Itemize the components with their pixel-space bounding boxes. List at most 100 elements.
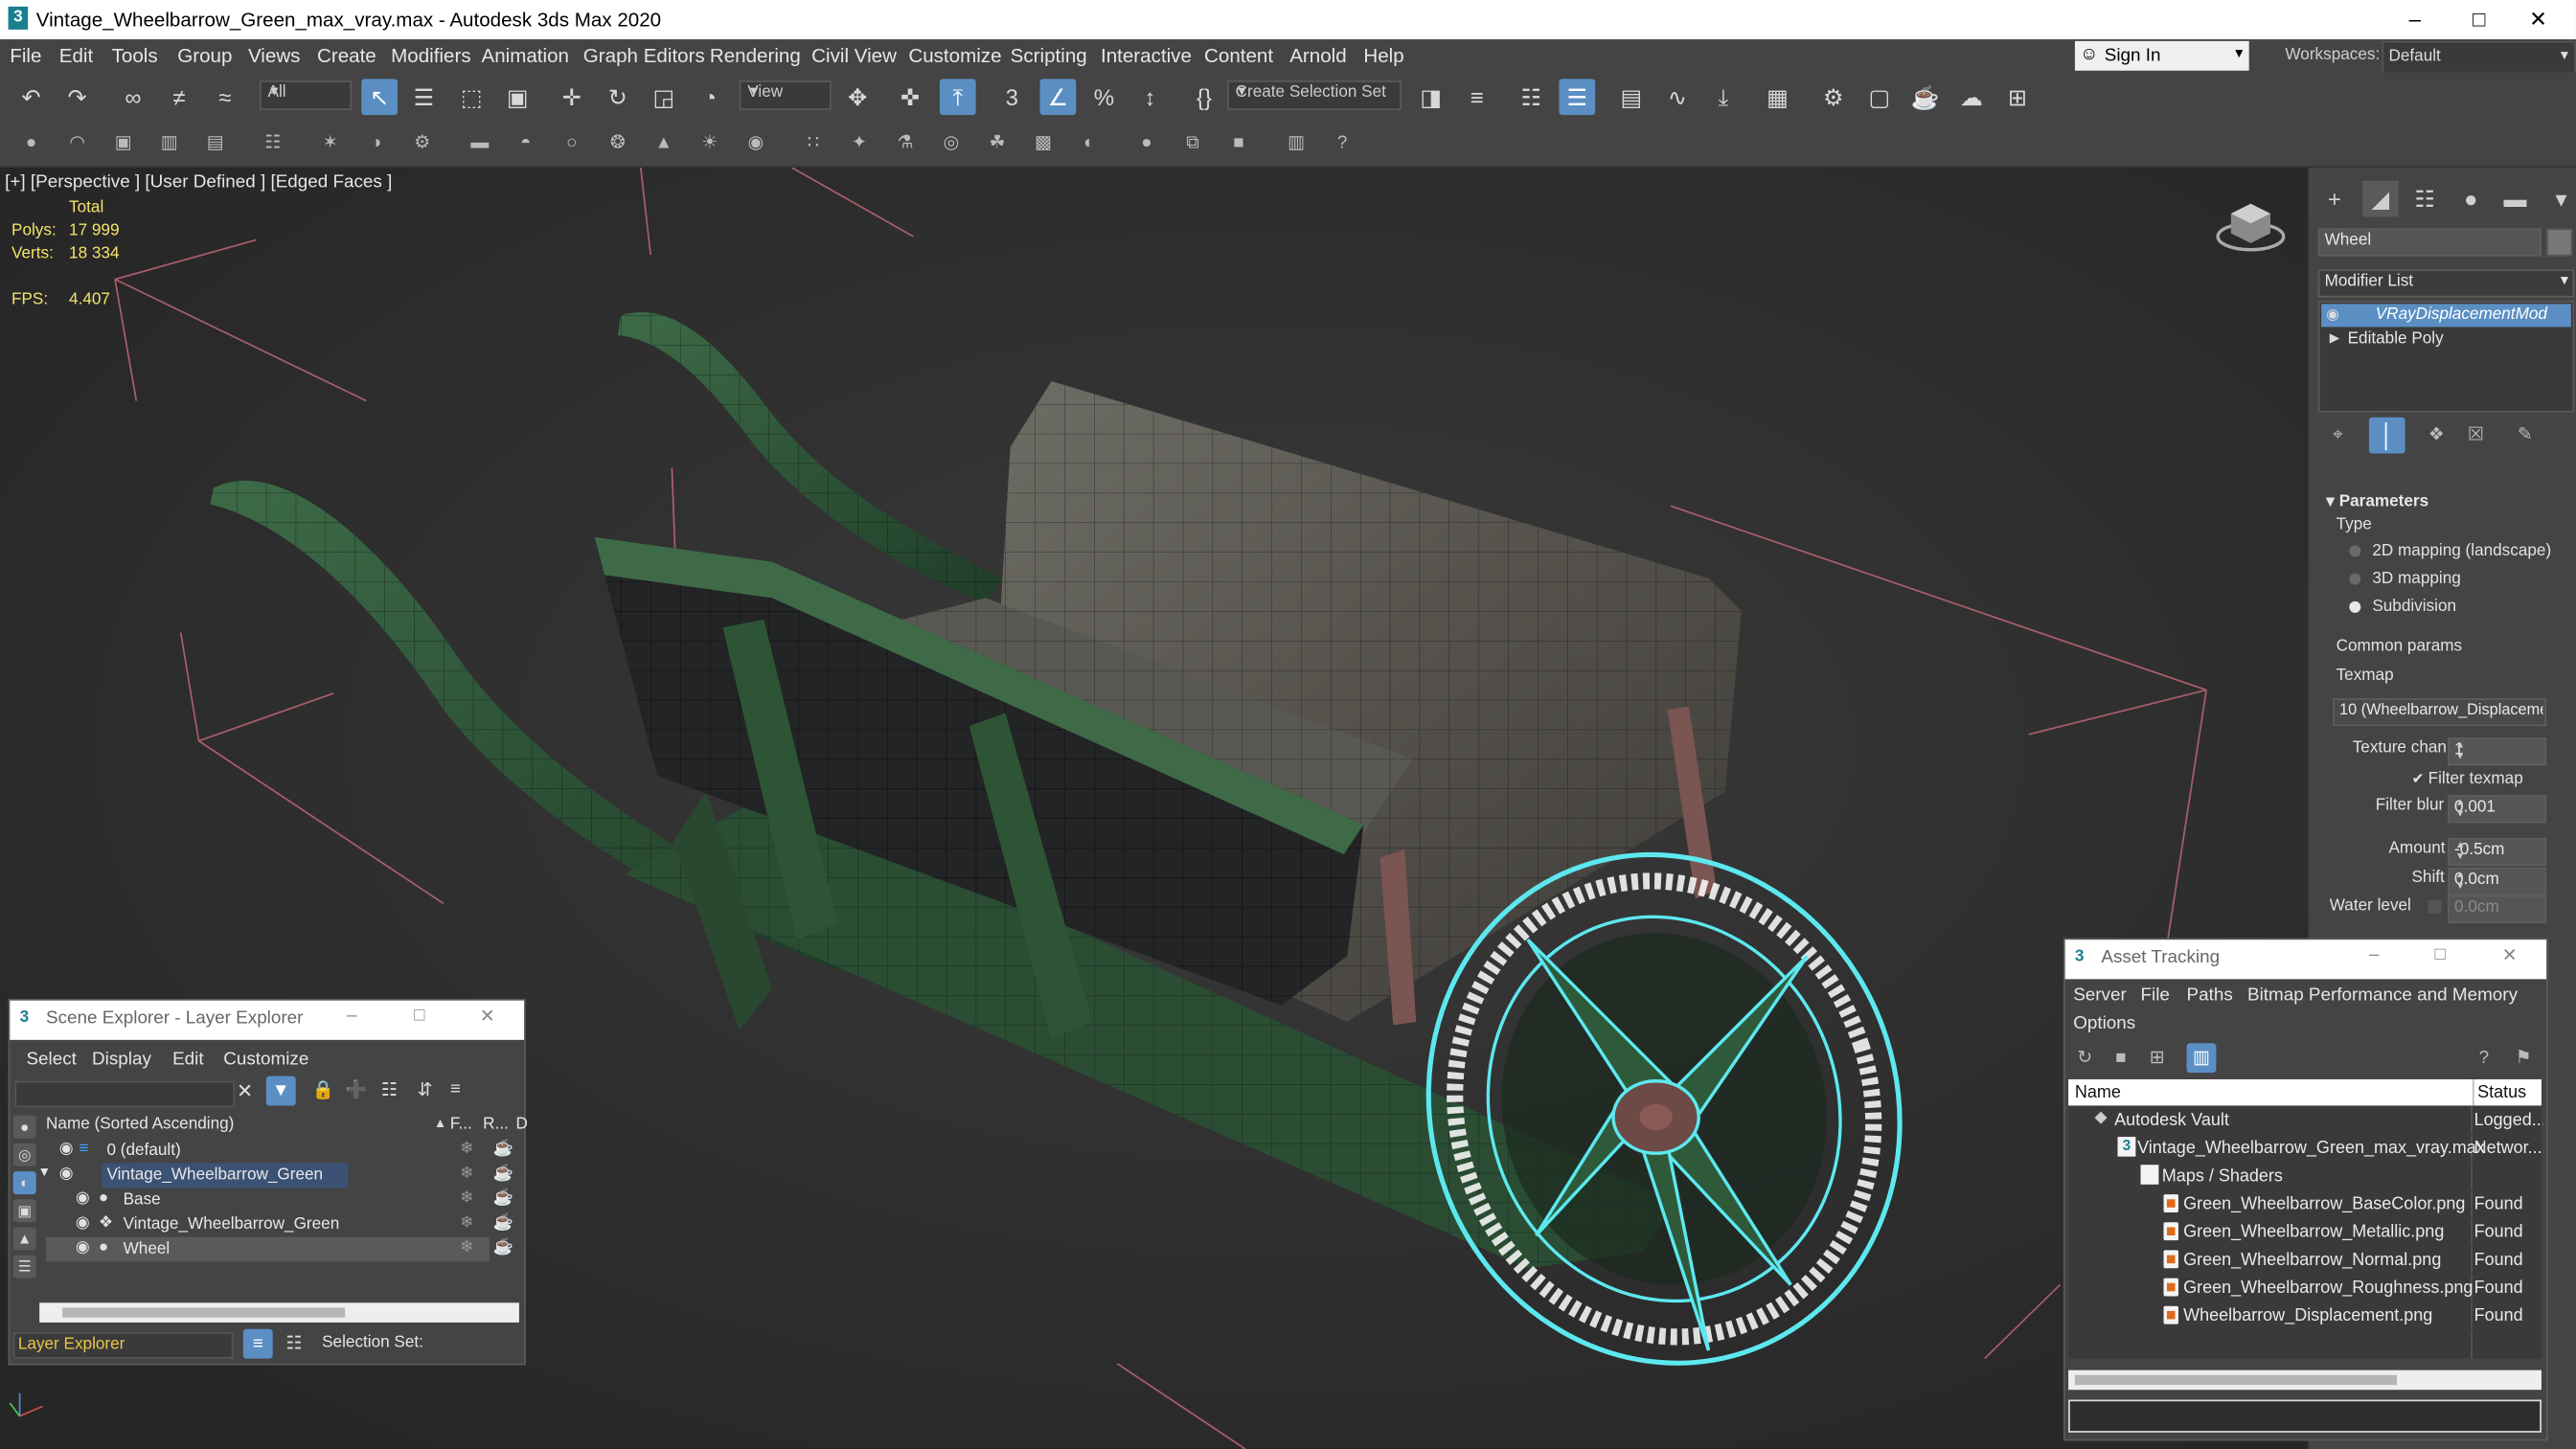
render-teapot-icon[interactable]: ☕ <box>492 1238 513 1257</box>
menu-edit[interactable]: Edit <box>59 44 93 67</box>
render-teapot-icon[interactable]: ☕ <box>492 1140 513 1158</box>
vray-physical-camera-icon[interactable]: ∷ <box>795 125 832 161</box>
vray-ies-light-icon[interactable]: ▲ <box>646 125 682 161</box>
vray-ambient-light-icon[interactable]: ◉ <box>738 125 774 161</box>
vray-plant-icon[interactable]: ☘ <box>979 125 1015 161</box>
tree-view-icon[interactable]: ▥ <box>2186 1043 2217 1074</box>
vray-environment-icon[interactable]: ◎ <box>933 125 969 161</box>
render-production-icon[interactable]: ☕ <box>1907 79 1944 115</box>
minimize-button[interactable]: – <box>2369 944 2380 964</box>
object-row-wheel[interactable]: ◉ ● Wheel ❄ ☕ <box>46 1236 513 1262</box>
render-column-header[interactable]: R... <box>483 1116 509 1134</box>
filter-texmap-checkbox[interactable]: ✔ <box>2411 771 2424 789</box>
filter-icon[interactable]: ▼ <box>265 1075 296 1106</box>
pivot-center-icon[interactable]: ✥ <box>839 79 876 115</box>
scene-search-input[interactable] <box>14 1080 236 1108</box>
object-row-base[interactable]: ◉ ● Base ❄ ☕ <box>46 1188 513 1212</box>
name-column-header[interactable]: Name <box>2075 1082 2121 1102</box>
menu-scripting[interactable]: Scripting <box>1011 44 1087 67</box>
selection-region-icon[interactable]: ⬚ <box>453 79 490 115</box>
move-icon[interactable]: ✛ <box>554 79 590 115</box>
vray-lister-icon[interactable]: ☷ <box>255 125 291 161</box>
expand-arrow-icon[interactable]: ▼ <box>37 1165 51 1179</box>
bind-space-warp-icon[interactable]: ≈ <box>207 79 243 115</box>
menu-group[interactable]: Group <box>177 44 232 67</box>
spinner-arrows-icon[interactable]: ▲ ▼ <box>2454 871 2466 895</box>
at-menu-options[interactable]: Options <box>2073 1013 2135 1033</box>
maximize-button[interactable]: □ <box>414 1006 424 1026</box>
menu-interactive[interactable]: Interactive <box>1101 44 1192 67</box>
modifier-list-dropdown[interactable]: Modifier List ▼ <box>2317 269 2575 298</box>
selection-set-dropdown[interactable]: Create Selection Set ▼ <box>1227 80 1402 110</box>
menu-modifiers[interactable]: Modifiers <box>391 44 470 67</box>
place-icon[interactable]: ◔ <box>692 79 728 115</box>
vray-layers-icon[interactable]: ▤ <box>197 125 234 161</box>
link-icon[interactable]: ∞ <box>115 79 151 115</box>
angle-snap-icon[interactable]: ∠ <box>1039 79 1077 116</box>
toggle-layer-explorer-icon[interactable]: ☰ <box>1559 79 1596 116</box>
menu-content[interactable]: Content <box>1204 44 1273 67</box>
spinner-arrows-icon[interactable]: ▲ ▼ <box>2454 841 2466 866</box>
horizontal-scrollbar[interactable] <box>39 1302 519 1323</box>
configure-modifier-sets-icon[interactable]: ✎ <box>2507 418 2543 454</box>
eye-icon[interactable]: ◉ <box>76 1189 90 1208</box>
pin-stack-icon[interactable]: ⌖ <box>2319 418 2356 454</box>
layers-icon[interactable]: ≡ <box>450 1079 461 1099</box>
spinner-arrows-icon[interactable]: ▲ ▼ <box>2454 741 2466 766</box>
help-icon[interactable]: ? <box>2469 1043 2498 1073</box>
vray-dome-light-icon[interactable]: ◓ <box>508 125 544 161</box>
menu-graph-editors[interactable]: Graph Editors <box>583 44 705 67</box>
new-layer-icon[interactable]: ☷ <box>381 1079 398 1101</box>
amount-spinner[interactable]: -0.5cm ▲ ▼ <box>2448 837 2547 867</box>
window-crossing-icon[interactable]: ▣ <box>499 79 536 115</box>
vray-fur-icon[interactable]: ◑ <box>358 125 395 161</box>
vray-sun-icon[interactable]: ☀ <box>692 125 728 161</box>
scrollbar-thumb[interactable] <box>2074 1374 2398 1386</box>
display-lights-icon[interactable]: ▲ <box>12 1227 36 1251</box>
explorer-mode-dropdown[interactable]: Layer Explorer <box>12 1332 234 1359</box>
redo-icon[interactable]: ↷ <box>59 79 96 115</box>
object-name-field[interactable]: Wheel <box>2317 228 2542 257</box>
motion-tab-icon[interactable]: ● <box>2452 181 2489 217</box>
select-object-icon[interactable]: ↖ <box>361 79 399 116</box>
pin-icon[interactable]: ⚑ <box>2509 1043 2539 1073</box>
create-tab-icon[interactable]: + <box>2316 181 2353 217</box>
toggle-ribbon-icon[interactable]: ▤ <box>1613 79 1650 115</box>
freeze-icon[interactable]: ❄ <box>460 1140 473 1158</box>
asset-row-basecolor[interactable]: Green_Wheelbarrow_BaseColor.png Found <box>2068 1191 2542 1219</box>
menu-civil-view[interactable]: Civil View <box>811 44 897 67</box>
display-geometry-icon[interactable]: ◐ <box>12 1171 36 1195</box>
asset-horizontal-scrollbar[interactable] <box>2068 1370 2542 1391</box>
utilities-tab-icon[interactable]: ▾ <box>2543 181 2576 217</box>
freeze-icon[interactable]: ❄ <box>460 1189 473 1208</box>
mirror-icon[interactable]: ◨ <box>1413 79 1449 115</box>
display-cameras-icon[interactable]: ☰ <box>12 1255 36 1279</box>
se-menu-display[interactable]: Display <box>92 1050 151 1070</box>
radio-2d-mapping[interactable] <box>2349 545 2361 557</box>
vray-volume-grid-icon[interactable]: ⚗ <box>887 125 923 161</box>
close-button[interactable]: ✕ <box>2502 944 2518 966</box>
align-icon[interactable]: ≡ <box>1459 79 1495 115</box>
menu-customize[interactable]: Customize <box>908 44 1001 67</box>
asset-row-maps-folder[interactable]: Maps / Shaders <box>2068 1164 2542 1191</box>
refresh-icon[interactable]: ↻ <box>2070 1043 2100 1073</box>
freeze-icon[interactable]: ❄ <box>460 1165 473 1183</box>
scene-explorer-titlebar[interactable]: 3 Scene Explorer - Layer Explorer – □ ✕ <box>10 1000 525 1040</box>
layer-row-wheelbarrow[interactable]: ▼ ◉ Vintage_Wheelbarrow_Green ❄ ☕ <box>36 1163 513 1189</box>
radio-3d-mapping[interactable] <box>2349 573 2361 585</box>
keyboard-shortcut-override-icon[interactable]: ⤒ <box>939 79 976 116</box>
menu-help[interactable]: Help <box>1363 44 1403 67</box>
object-color-swatch[interactable] <box>2546 228 2573 257</box>
vray-render-icon[interactable]: ▣ <box>105 125 142 161</box>
select-by-name-icon[interactable]: ☰ <box>406 79 443 115</box>
clear-search-icon[interactable]: ✕ <box>237 1079 253 1102</box>
vray-tools-icon[interactable]: ▥ <box>1278 125 1314 161</box>
at-menu-file[interactable]: File <box>2141 985 2170 1006</box>
status-column-header[interactable]: Status <box>2477 1082 2526 1102</box>
make-unique-icon[interactable]: ❖ <box>2418 418 2454 454</box>
hierarchy-tab-icon[interactable]: ☷ <box>2406 181 2443 217</box>
spinner-arrows-icon[interactable]: ▲ ▼ <box>2454 799 2466 824</box>
texture-chan-spinner[interactable]: 1 ▲ ▼ <box>2448 737 2547 766</box>
asset-row-normal[interactable]: Green_Wheelbarrow_Normal.png Found <box>2068 1247 2542 1276</box>
vray-mesh-icon[interactable]: ⚙ <box>404 125 441 161</box>
